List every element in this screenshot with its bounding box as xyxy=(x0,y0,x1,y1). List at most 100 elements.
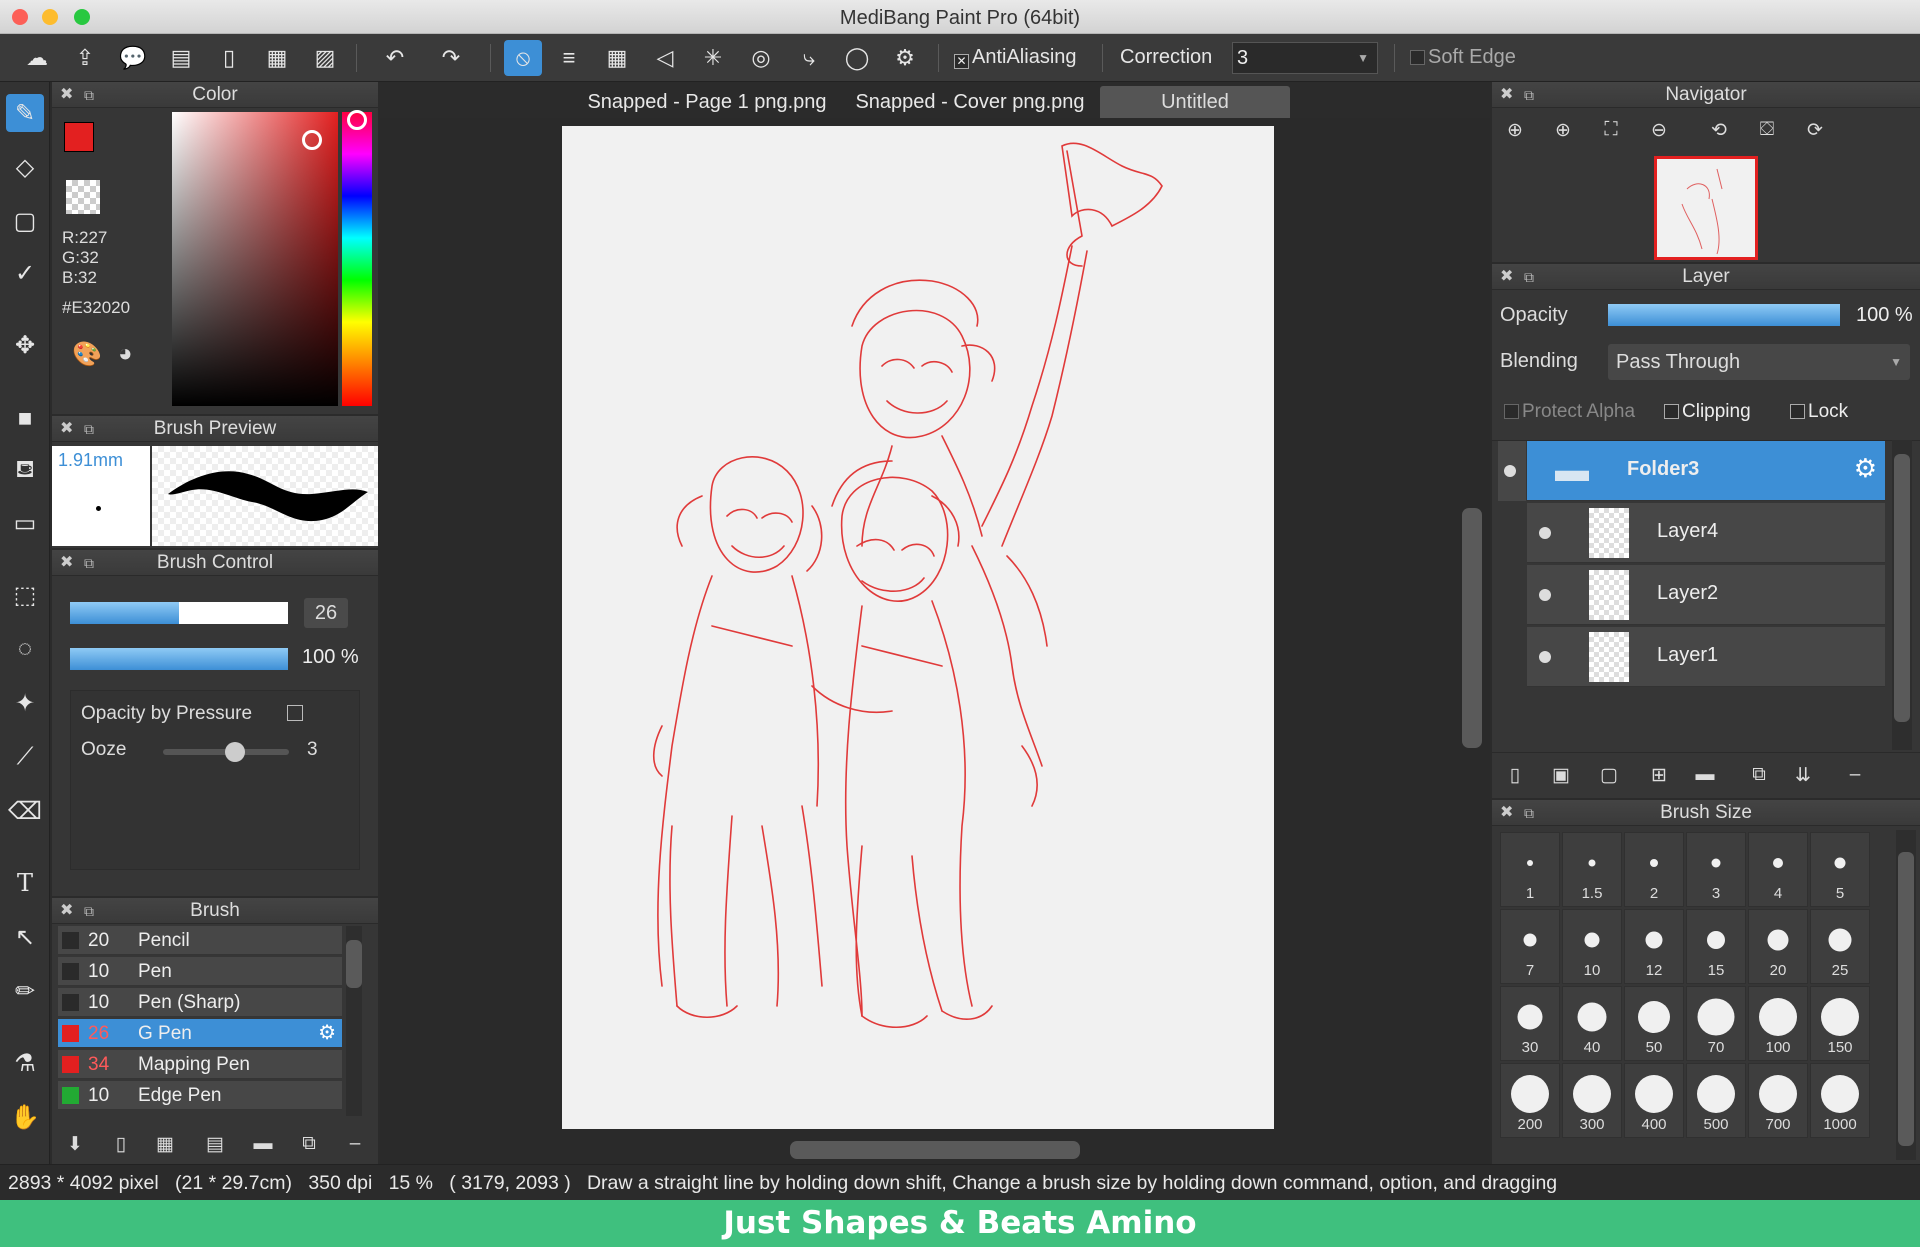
lasso-tool-icon[interactable]: ◌ xyxy=(6,630,44,668)
brush-size-cell[interactable]: 40 xyxy=(1562,986,1622,1061)
brush-list-item[interactable]: 10 Pen xyxy=(58,957,342,986)
vertical-scrollbar[interactable] xyxy=(1460,118,1484,1138)
brush-settings-icon[interactable]: ▤ xyxy=(198,1128,232,1160)
layer-list-scrollbar[interactable] xyxy=(1892,440,1912,750)
gradient-tool-icon[interactable]: ▭ xyxy=(6,504,44,542)
saturation-value-picker[interactable] xyxy=(172,112,338,406)
brush-size-value[interactable]: 26 xyxy=(304,598,348,628)
brush-size-cell[interactable]: 1 xyxy=(1500,832,1560,907)
comment-icon[interactable]: 💬 xyxy=(114,40,152,76)
brush-opacity-slider[interactable] xyxy=(70,648,288,670)
brush-size-cell[interactable]: 300 xyxy=(1562,1063,1622,1138)
brush-list-scrollbar[interactable] xyxy=(346,926,362,1116)
clipping-checkbox[interactable]: Clipping xyxy=(1664,401,1751,423)
new-1bit-layer-icon[interactable]: ▢ xyxy=(1592,759,1626,791)
brush-settings-gear-icon[interactable]: ⚙ xyxy=(318,1019,336,1048)
perspective-snap-icon[interactable]: ◁ xyxy=(646,40,684,76)
bucket-tool-icon[interactable]: ⛾ xyxy=(6,452,44,490)
protect-alpha-checkbox[interactable]: Protect Alpha xyxy=(1504,401,1635,423)
navigator-thumbnail[interactable] xyxy=(1654,156,1758,260)
opacity-by-pressure-checkbox[interactable] xyxy=(287,705,303,721)
zoom-actual-icon[interactable]: ⊕ xyxy=(1498,114,1532,146)
visibility-eye-icon[interactable] xyxy=(1539,589,1551,601)
drawing-canvas[interactable] xyxy=(562,126,1274,1129)
brush-size-cell[interactable]: 20 xyxy=(1748,909,1808,984)
fill-rect-tool-icon[interactable]: ■ xyxy=(6,400,44,438)
close-panel-icon[interactable]: ✖ xyxy=(1500,82,1513,108)
brush-size-cell[interactable]: 1000 xyxy=(1810,1063,1870,1138)
rectangle-select-icon[interactable]: ▢ xyxy=(6,202,44,240)
move-tool-icon[interactable]: ✥ xyxy=(6,326,44,364)
layer-row[interactable]: Layer4 xyxy=(1527,503,1885,563)
zoom-out-icon[interactable]: ⊖ xyxy=(1642,114,1676,146)
brush-size-scroll-thumb[interactable] xyxy=(1898,852,1914,1146)
brush-size-cell[interactable]: 30 xyxy=(1500,986,1560,1061)
duplicate-layer-icon[interactable]: ⧉ xyxy=(1742,759,1776,791)
close-panel-icon[interactable]: ✖ xyxy=(1500,264,1513,290)
brush-size-scrollbar[interactable] xyxy=(1896,830,1916,1160)
hue-handle[interactable] xyxy=(347,110,367,130)
brush-list-item[interactable]: 10 Edge Pen xyxy=(58,1081,342,1110)
folder-icon[interactable]: ▬ xyxy=(246,1128,280,1160)
eyedropper-icon[interactable]: ⚗ xyxy=(6,1044,44,1082)
select-tool-icon[interactable]: ⬚ xyxy=(6,576,44,614)
snap-settings-icon[interactable]: ⚙ xyxy=(886,40,924,76)
tab-page-1[interactable]: Snapped - Page 1 png.png xyxy=(574,86,840,118)
magic-wand-icon[interactable]: ✦ xyxy=(6,684,44,722)
delete-layer-icon[interactable]: – xyxy=(1838,759,1872,791)
horizontal-scroll-thumb[interactable] xyxy=(790,1141,1080,1159)
grid-snap-icon[interactable]: ▦ xyxy=(598,40,636,76)
hand-tool-icon[interactable]: ✋ xyxy=(6,1098,44,1136)
tab-untitled[interactable]: Untitled xyxy=(1100,86,1290,118)
divide-tool-icon[interactable]: ✏ xyxy=(6,972,44,1010)
close-panel-icon[interactable]: ✖ xyxy=(60,416,73,442)
hue-slider[interactable] xyxy=(342,110,372,406)
brush-size-cell[interactable]: 50 xyxy=(1624,986,1684,1061)
redo-icon[interactable]: ↷ xyxy=(432,40,470,76)
tab-cover[interactable]: Snapped - Cover png.png xyxy=(842,86,1098,118)
new-folder-icon[interactable]: ▬ xyxy=(1688,759,1722,791)
close-panel-icon[interactable]: ✖ xyxy=(60,898,73,924)
brush-list-item[interactable]: 20 Pencil xyxy=(58,926,342,955)
snap-off-icon[interactable]: ⦸ xyxy=(504,40,542,76)
brush-list-item[interactable]: 34 Mapping Pen xyxy=(58,1050,342,1079)
color-mix-icon[interactable]: ◕ xyxy=(118,340,133,368)
dot-brush-icon[interactable]: ✓ xyxy=(6,254,44,292)
blending-select[interactable]: Pass Through ▼ xyxy=(1608,344,1910,380)
rotate-left-icon[interactable]: ⟲ xyxy=(1702,114,1736,146)
undock-icon[interactable]: ⧉ xyxy=(84,416,94,442)
correction-select[interactable]: 3 ▼ xyxy=(1232,42,1378,74)
new-layer-icon[interactable]: ▯ xyxy=(1498,759,1532,791)
select-pen-icon[interactable]: ⟋ xyxy=(6,738,44,776)
antialiasing-checkbox[interactable]: ✕ AntiAliasing xyxy=(954,46,1077,69)
brush-list-item[interactable]: 26 G Pen ⚙ xyxy=(58,1019,342,1048)
layer-settings-gear-icon[interactable]: ⚙ xyxy=(1854,453,1877,484)
undock-icon[interactable]: ⧉ xyxy=(1524,82,1534,108)
brush-size-cell[interactable]: 2 xyxy=(1624,832,1684,907)
brush-size-cell[interactable]: 15 xyxy=(1686,909,1746,984)
brush-size-cell[interactable]: 10 xyxy=(1562,909,1622,984)
circle-snap-icon[interactable]: ◯ xyxy=(838,40,876,76)
cloud-icon[interactable]: ☁ xyxy=(18,40,56,76)
layer-row[interactable]: Layer2 xyxy=(1527,565,1885,625)
brush-size-cell[interactable]: 12 xyxy=(1624,909,1684,984)
add-layer-menu-icon[interactable]: ⊞ xyxy=(1642,759,1676,791)
eraser-tool-icon[interactable]: ◇ xyxy=(6,148,44,186)
lock-checkbox[interactable]: Lock xyxy=(1790,401,1848,423)
parallel-snap-icon[interactable]: ≡ xyxy=(550,40,588,76)
visibility-eye-icon[interactable] xyxy=(1539,527,1551,539)
new-brush-icon[interactable]: ▯ xyxy=(104,1128,138,1160)
close-panel-icon[interactable]: ✖ xyxy=(1500,800,1513,826)
brush-size-cell[interactable]: 500 xyxy=(1686,1063,1746,1138)
duplicate-brush-icon[interactable]: ⧉ xyxy=(292,1128,326,1160)
horizontal-scrollbar[interactable] xyxy=(380,1138,1490,1162)
undo-icon[interactable]: ↶ xyxy=(376,40,414,76)
brush-size-cell[interactable]: 4 xyxy=(1748,832,1808,907)
visibility-eye-icon[interactable] xyxy=(1504,465,1516,477)
palette-icon[interactable]: 🎨 xyxy=(72,340,102,369)
soft-edge-checkbox[interactable]: Soft Edge xyxy=(1410,46,1516,69)
layer-opacity-slider[interactable] xyxy=(1608,304,1840,326)
brush-size-cell[interactable]: 100 xyxy=(1748,986,1808,1061)
brush-size-cell[interactable]: 25 xyxy=(1810,909,1870,984)
brush-tool-icon[interactable]: ✎ xyxy=(6,94,44,132)
